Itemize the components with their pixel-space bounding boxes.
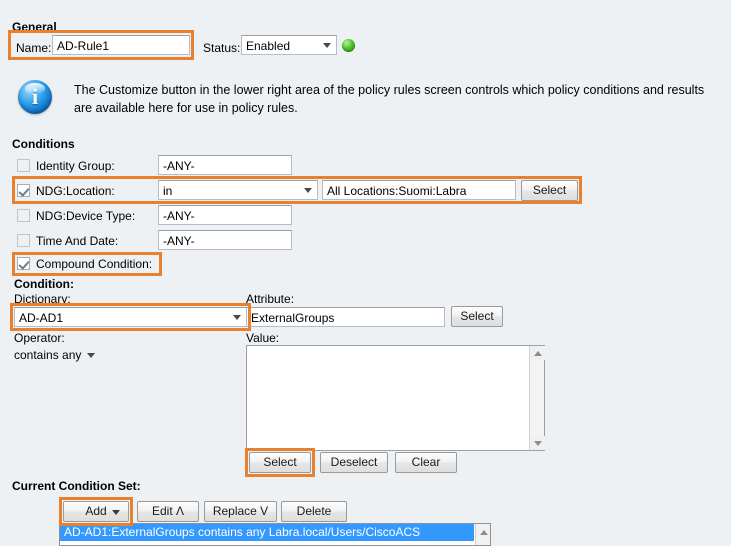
checkbox-ndg-location[interactable] (17, 184, 30, 197)
status-dropdown[interactable]: Enabled (241, 35, 337, 55)
value-deselect-button[interactable]: Deselect (320, 452, 388, 473)
dictionary-dropdown[interactable]: AD-AD1 (14, 307, 247, 327)
condition-section-heading: Condition: (14, 277, 74, 291)
label-time-and-date: Time And Date: (36, 234, 119, 248)
value-clear-button[interactable]: Clear (395, 452, 457, 473)
status-led-icon (342, 39, 355, 52)
chevron-down-icon (87, 353, 96, 358)
info-banner-text: The Customize button in the lower right … (74, 83, 705, 115)
status-label: Status: (203, 41, 241, 55)
policy-rule-editor: General Name: AD-Rule1 Status: Enabled i… (0, 0, 731, 546)
scroll-down-icon[interactable] (530, 436, 545, 450)
name-input[interactable]: AD-Rule1 (52, 35, 190, 55)
add-condition-button-label: Add (85, 504, 107, 518)
value-select-button[interactable]: Select (249, 452, 311, 473)
input-identity-group[interactable]: -ANY- (158, 155, 292, 175)
checkbox-time-and-date[interactable] (17, 234, 30, 247)
attribute-label: Attribute: (246, 292, 295, 306)
chevron-down-icon (323, 43, 331, 48)
status-dropdown-value: Enabled (246, 39, 291, 53)
delete-condition-button[interactable]: Delete (281, 501, 347, 522)
info-icon: i (18, 80, 52, 114)
general-section-heading: General (12, 20, 57, 34)
value-textarea[interactable] (246, 345, 545, 451)
checkbox-ndg-device-type[interactable] (17, 209, 30, 222)
dictionary-dropdown-value: AD-AD1 (19, 311, 64, 325)
name-label: Name: (16, 41, 52, 55)
chevron-down-icon (304, 188, 312, 193)
value-label: Value: (246, 331, 280, 345)
dropdown-ndg-location-operator-value: in (163, 184, 173, 198)
attribute-input[interactable]: ExternalGroups (246, 307, 445, 327)
scroll-up-icon[interactable] (530, 346, 545, 360)
checkbox-compound-condition[interactable] (17, 257, 30, 270)
conditions-section-heading: Conditions (12, 137, 75, 151)
current-condition-set-list[interactable]: AD-AD1:ExternalGroups contains any Labra… (59, 523, 491, 546)
value-textarea-scrollbar[interactable] (529, 346, 545, 450)
current-condition-set-heading: Current Condition Set: (12, 479, 141, 493)
operator-dropdown-value: contains any (14, 348, 82, 362)
add-condition-button[interactable]: Add (63, 501, 129, 522)
chevron-down-icon (233, 315, 241, 320)
operator-label: Operator: (14, 331, 65, 345)
label-compound-condition: Compound Condition: (36, 257, 153, 271)
input-ndg-device-type[interactable]: -ANY- (158, 205, 292, 225)
chevron-down-icon (112, 509, 120, 515)
replace-condition-button[interactable]: Replace V (204, 501, 277, 522)
edit-condition-button[interactable]: Edit Λ (137, 501, 199, 522)
select-attribute-button[interactable]: Select (451, 306, 503, 327)
checkbox-identity-group[interactable] (17, 159, 30, 172)
input-time-and-date[interactable]: -ANY- (158, 230, 292, 250)
operator-dropdown[interactable]: contains any (14, 345, 97, 365)
select-location-button[interactable]: Select (521, 180, 578, 201)
input-ndg-location-value[interactable]: All Locations:Suomi:Labra (322, 180, 516, 200)
dictionary-label: Dictionary: (14, 292, 71, 306)
label-ndg-device-type: NDG:Device Type: (36, 209, 136, 223)
label-identity-group: Identity Group: (36, 159, 115, 173)
list-scrollbar[interactable] (475, 524, 490, 545)
info-icon-glyph: i (31, 84, 39, 109)
label-ndg-location: NDG:Location: (36, 184, 115, 198)
list-item[interactable]: AD-AD1:ExternalGroups contains any Labra… (60, 524, 474, 541)
dropdown-ndg-location-operator[interactable]: in (158, 180, 318, 200)
